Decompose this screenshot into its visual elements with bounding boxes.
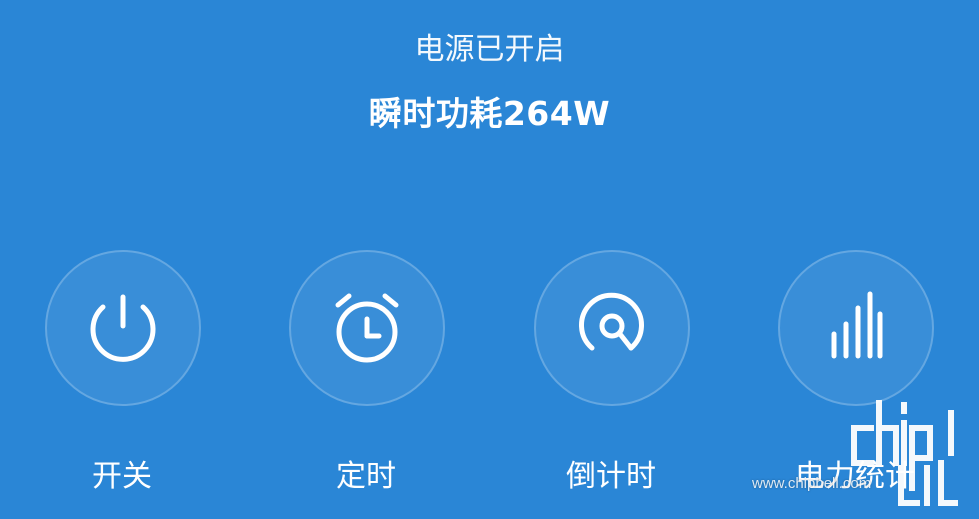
timer-button[interactable] (289, 250, 445, 406)
countdown-icon (579, 292, 644, 351)
instant-power-text: 瞬时功耗264W (368, 94, 611, 133)
bar-chart-icon (831, 291, 883, 359)
power-icon (90, 294, 156, 362)
chiphell-logo (851, 400, 958, 506)
watermark-url: www.chiphell.com (752, 475, 872, 492)
power-status-text: 电源已开启 (414, 32, 565, 67)
timer-label: 定时 (336, 459, 396, 494)
power-toggle-label: 开关 (92, 459, 152, 494)
power-statistics-button[interactable] (778, 250, 934, 406)
countdown-label: 倒计时 (566, 459, 656, 494)
alarm-clock-icon (335, 293, 399, 363)
power-toggle-button[interactable] (45, 250, 201, 406)
countdown-button[interactable] (534, 250, 690, 406)
